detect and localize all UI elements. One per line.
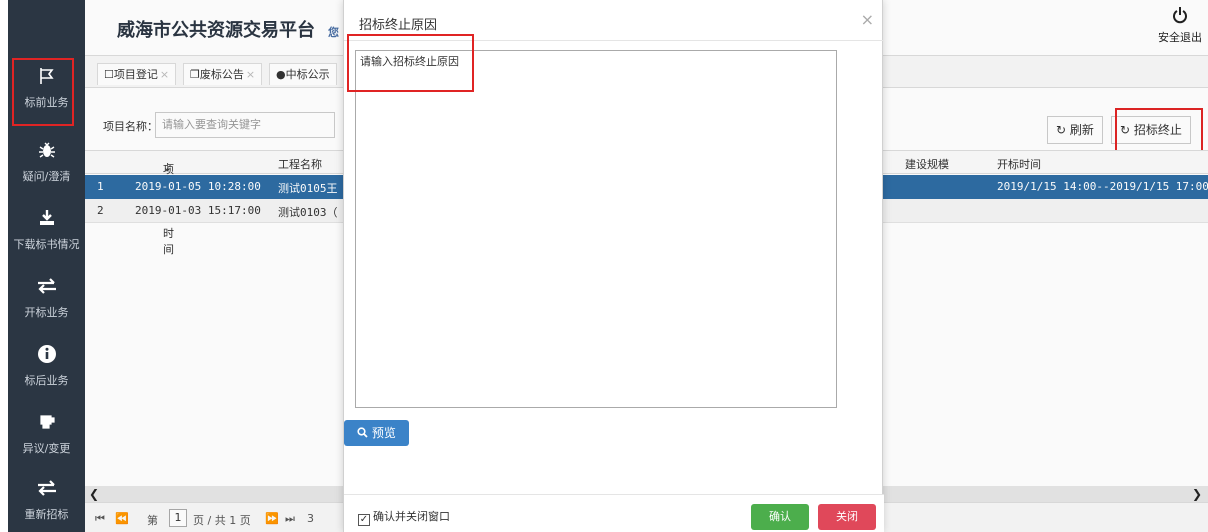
confirm-close-label: 确认并关闭窗口 [373,510,450,523]
download-icon [8,208,85,234]
confirm-button[interactable]: 确认 [751,504,809,530]
exchange-icon [8,478,85,504]
close-icon[interactable]: × [861,10,874,29]
exchange-icon [8,276,85,302]
divider [344,40,884,41]
sidebar-item-label: 开标业务 [24,306,69,319]
sidebar-strip [0,0,8,532]
sidebar-item-label: 疑问/澄清 [22,170,71,183]
terminate-reason-dialog: 招标终止原因 × 请输入招标终止原因 预览 ✓ 确认并关闭窗口 确认 关闭 [343,0,884,532]
sidebar-item-label: 下载标书情况 [13,238,80,251]
preview-button[interactable]: 预览 [344,420,409,446]
dialog-footer: ✓ 确认并关闭窗口 确认 关闭 [344,494,884,532]
sidebar-item-rebid[interactable]: 重新招标 [8,478,85,522]
sidebar-item-downloads[interactable]: 下载标书情况 [8,208,85,252]
sidebar-item-questions[interactable]: 疑问/澄清 [8,140,85,184]
sidebar-item-highlight [12,58,74,126]
confirm-close-checkbox[interactable]: ✓ 确认并关闭窗口 [358,508,450,526]
checkbox-checked-icon[interactable]: ✓ [358,514,370,526]
dialog-title: 招标终止原因 [359,18,438,33]
preview-label: 预览 [371,426,396,440]
sidebar-item-label: 重新招标 [24,508,69,521]
sidebar-item-bid-opening[interactable]: 开标业务 [8,276,85,320]
sidebar-item-label: 标后业务 [24,374,69,387]
sidebar-item-label: 异议/变更 [22,442,71,455]
info-icon [8,344,85,370]
cup-icon [8,412,85,438]
close-button[interactable]: 关闭 [818,504,876,530]
sidebar-item-objections[interactable]: 异议/变更 [8,412,85,456]
reason-textarea[interactable]: 请输入招标终止原因 [355,50,837,408]
sidebar: 标前业务 疑问/澄清 下载标书情况 开标业务 标后业务 异议/变更 重新招标 [0,0,85,532]
sidebar-item-post-bid[interactable]: 标后业务 [8,344,85,388]
bug-icon [8,140,85,166]
search-icon [357,426,372,440]
